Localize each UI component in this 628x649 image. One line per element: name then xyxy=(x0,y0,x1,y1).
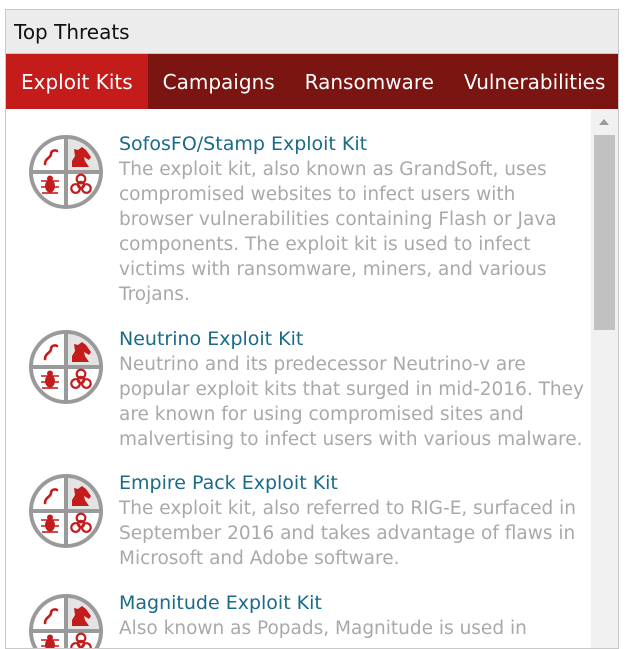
threat-name[interactable]: Neutrino Exploit Kit xyxy=(119,327,589,352)
threat-list: SofosFO/Stamp Exploit Kit The exploit ki… xyxy=(6,109,592,648)
tab-campaigns[interactable]: Campaigns xyxy=(148,54,290,109)
tab-exploit-kits[interactable]: Exploit Kits xyxy=(6,54,148,109)
threat-description: The exploit kit, also known as GrandSoft… xyxy=(119,159,557,305)
threat-description: Neutrino and its predecessor Neutrino-v … xyxy=(119,354,584,450)
threat-quadrant-icon xyxy=(29,474,103,548)
tab-ransomware[interactable]: Ransomware xyxy=(290,54,449,109)
scroll-up-icon[interactable] xyxy=(599,119,609,125)
threat-description: The exploit kit, also referred to RIG-E,… xyxy=(119,498,576,569)
threat-name[interactable]: SofosFO/Stamp Exploit Kit xyxy=(119,132,589,157)
widget-title: Top Threats xyxy=(14,19,130,44)
top-threats-widget: Top Threats Exploit Kits Campaigns Ranso… xyxy=(5,9,619,649)
threat-quadrant-icon xyxy=(29,135,103,209)
threat-name[interactable]: Magnitude Exploit Kit xyxy=(119,591,589,616)
threat-description: Also known as Popads, Magnitude is used … xyxy=(119,618,527,639)
tab-vulnerabilities[interactable]: Vulnerabilities xyxy=(449,54,618,109)
scrollbar[interactable] xyxy=(591,109,618,648)
threat-quadrant-icon xyxy=(29,594,103,648)
threat-quadrant-icon xyxy=(29,330,103,404)
widget-header: Top Threats xyxy=(6,10,618,54)
threat-tabs: Exploit Kits Campaigns Ransomware Vulner… xyxy=(6,54,618,109)
threat-name[interactable]: Empire Pack Exploit Kit xyxy=(119,471,589,496)
threat-list-container: SofosFO/Stamp Exploit Kit The exploit ki… xyxy=(6,109,618,648)
scrollbar-thumb[interactable] xyxy=(594,135,615,330)
